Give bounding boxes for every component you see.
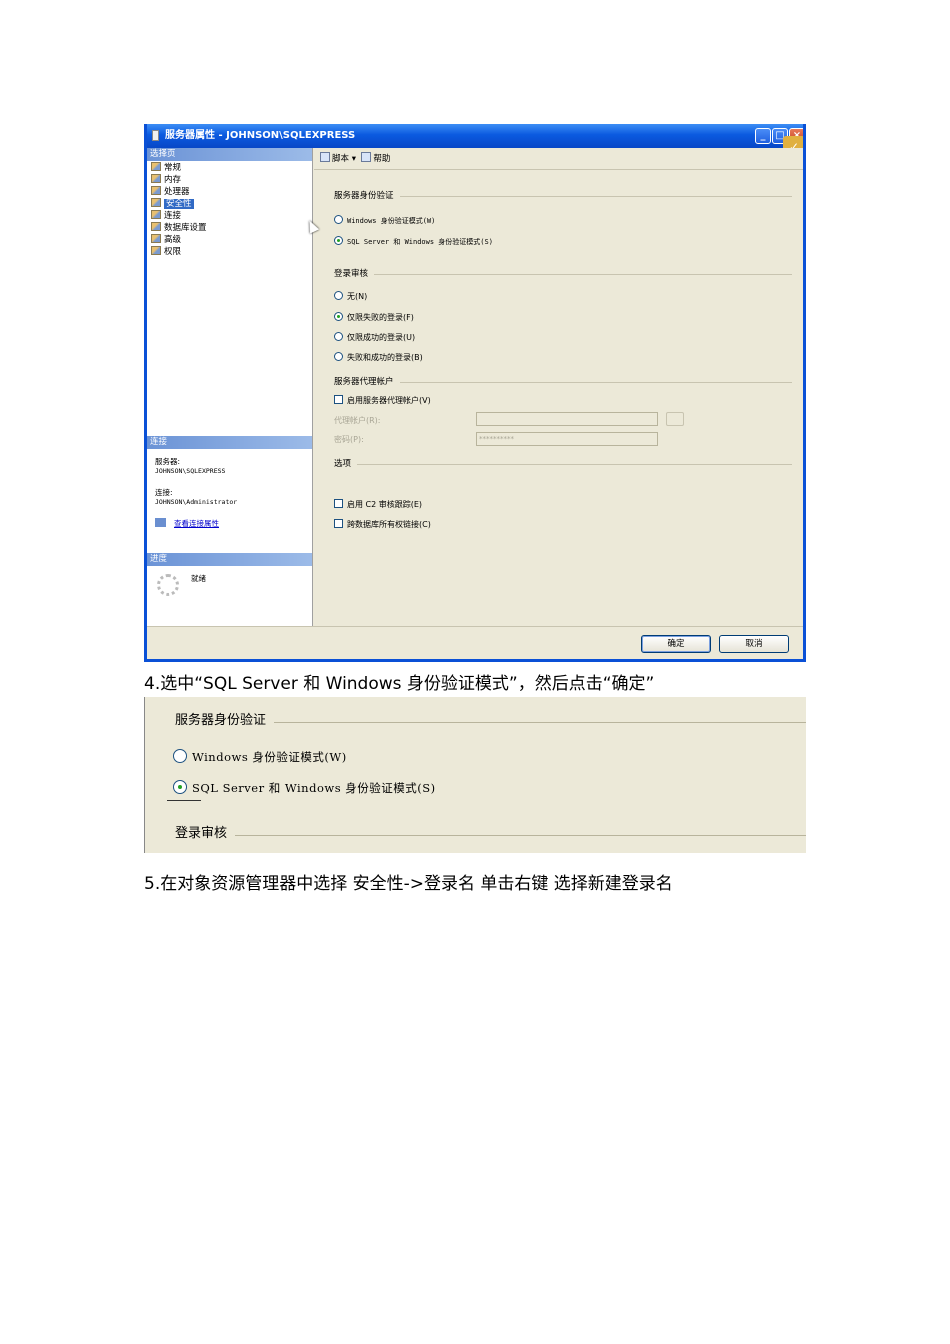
audit-both-radio[interactable]: 失败和成功的登录(B)	[334, 352, 423, 363]
server-value: JOHNSON\SQLEXPRESS	[155, 467, 226, 475]
divider	[334, 382, 792, 383]
proxy-password-label: 密码(P):	[334, 435, 364, 444]
auth-mixed-radio[interactable]: SQL Server 和 Windows 身份验证模式(S)	[334, 236, 493, 248]
radio-icon	[334, 215, 343, 224]
zoom-auth-windows-radio[interactable]: Windows 身份验证模式(W)	[173, 749, 347, 765]
checkbox-icon	[334, 499, 343, 508]
zoom-auth-group-label: 服务器身份验证	[175, 713, 275, 729]
progress-header: 进度	[147, 553, 312, 566]
nav-item-permissions[interactable]: 权限	[151, 246, 181, 258]
nav-item-processor[interactable]: 处理器	[151, 186, 190, 198]
options-group-label: 选项	[334, 459, 358, 470]
divider	[334, 274, 792, 275]
proxy-group-label: 服务器代理帐户	[334, 377, 400, 388]
help-icon	[361, 152, 372, 162]
page-icon	[151, 162, 161, 171]
nav-item-advanced[interactable]: 高级	[151, 234, 181, 246]
view-connection-properties[interactable]: 查看连接属性	[155, 518, 219, 529]
right-pane: 脚本 ▾ 帮助 服务器身份验证 Windows 身份验证模式(W) SQL Se…	[314, 148, 803, 626]
connection-header: 连接	[147, 436, 312, 449]
audit-success-radio[interactable]: 仅限成功的登录(U)	[334, 332, 415, 343]
audit-failed-radio[interactable]: 仅限失败的登录(F)	[334, 312, 414, 323]
select-page-header: 选择页	[147, 148, 312, 161]
page-icon	[151, 198, 161, 207]
minimize-icon[interactable]: _	[755, 128, 771, 144]
step-4-text: 4.选中“SQL Server 和 Windows 身份验证模式”，然后点击“确…	[144, 674, 655, 694]
step-5-text: 5.在对象资源管理器中选择 安全性->登录名 单击右键 选择新建登录名	[144, 874, 673, 894]
radio-checked-icon	[173, 780, 187, 794]
properties-icon	[155, 518, 166, 527]
cross-db-chaining-checkbox[interactable]: 跨数据库所有权链接(C)	[334, 519, 431, 530]
radio-checked-icon	[334, 312, 343, 321]
auth-mode-zoom: 服务器身份验证 Windows 身份验证模式(W) SQL Server 和 W…	[144, 697, 806, 853]
nav-item-general[interactable]: 常规	[151, 162, 181, 174]
page-icon	[151, 234, 161, 243]
dialog-button-bar: 确定 取消	[147, 626, 803, 659]
script-button[interactable]: 脚本 ▾	[320, 152, 356, 164]
proxy-account-label: 代理帐户(R):	[334, 416, 381, 425]
server-properties-dialog: 服务器属性 - JOHNSON\SQLEXPRESS _ □ × ✓ 选择页 常…	[144, 124, 806, 662]
audit-none-radio[interactable]: 无(N)	[334, 291, 367, 302]
checkbox-icon	[334, 519, 343, 528]
radio-icon	[173, 749, 187, 763]
ok-button[interactable]: 确定	[641, 635, 711, 653]
dialog-titlebar: 服务器属性 - JOHNSON\SQLEXPRESS _ □ ×	[147, 124, 803, 148]
auth-windows-radio[interactable]: Windows 身份验证模式(W)	[334, 215, 435, 227]
nav-item-memory[interactable]: 内存	[151, 174, 181, 186]
radio-checked-icon	[334, 236, 343, 245]
radio-icon	[334, 352, 343, 361]
zoom-audit-group-label: 登录审核	[175, 826, 236, 842]
proxy-browse-button[interactable]	[666, 412, 684, 426]
c2-audit-checkbox[interactable]: 启用 C2 审核跟踪(E)	[334, 499, 422, 510]
page-icon	[151, 174, 161, 183]
help-button[interactable]: 帮助	[361, 152, 390, 164]
divider	[334, 196, 792, 197]
script-icon	[320, 152, 330, 162]
auth-group-label: 服务器身份验证	[334, 191, 400, 202]
page-icon	[151, 210, 161, 219]
chevron-down-icon[interactable]: ▾	[352, 154, 356, 164]
left-pane: 选择页 常规 内存 处理器 安全性 连接 数据库设置 高级 权限 连接 服务器:…	[147, 148, 313, 626]
zoom-auth-mixed-radio[interactable]: SQL Server 和 Windows 身份验证模式(S)	[173, 780, 436, 796]
progress-status: 就绪	[191, 574, 206, 583]
divider	[334, 464, 792, 465]
nav-item-connections[interactable]: 连接	[151, 210, 181, 222]
nav-item-database-settings[interactable]: 数据库设置	[151, 222, 207, 234]
proxy-password-input[interactable]: **********	[476, 432, 658, 446]
underline-mark	[167, 800, 201, 801]
radio-icon	[334, 291, 343, 300]
proxy-enable-checkbox[interactable]: 启用服务器代理帐户(V)	[334, 395, 431, 406]
page-icon	[151, 186, 161, 195]
page-icon	[151, 246, 161, 255]
divider	[175, 835, 806, 836]
window-icon	[152, 130, 159, 141]
radio-icon	[334, 332, 343, 341]
page-icon	[151, 222, 161, 231]
proxy-account-input[interactable]	[476, 412, 658, 426]
connection-value: JOHNSON\Administrator	[155, 498, 238, 506]
audit-group-label: 登录审核	[334, 269, 375, 280]
checkbox-icon	[334, 395, 343, 404]
dialog-title: 服务器属性 - JOHNSON\SQLEXPRESS	[165, 130, 356, 141]
toolbar: 脚本 ▾ 帮助	[314, 148, 803, 170]
progress-spinner-icon	[157, 574, 179, 596]
nav-item-security[interactable]: 安全性	[151, 198, 194, 210]
cancel-button[interactable]: 取消	[719, 635, 789, 653]
